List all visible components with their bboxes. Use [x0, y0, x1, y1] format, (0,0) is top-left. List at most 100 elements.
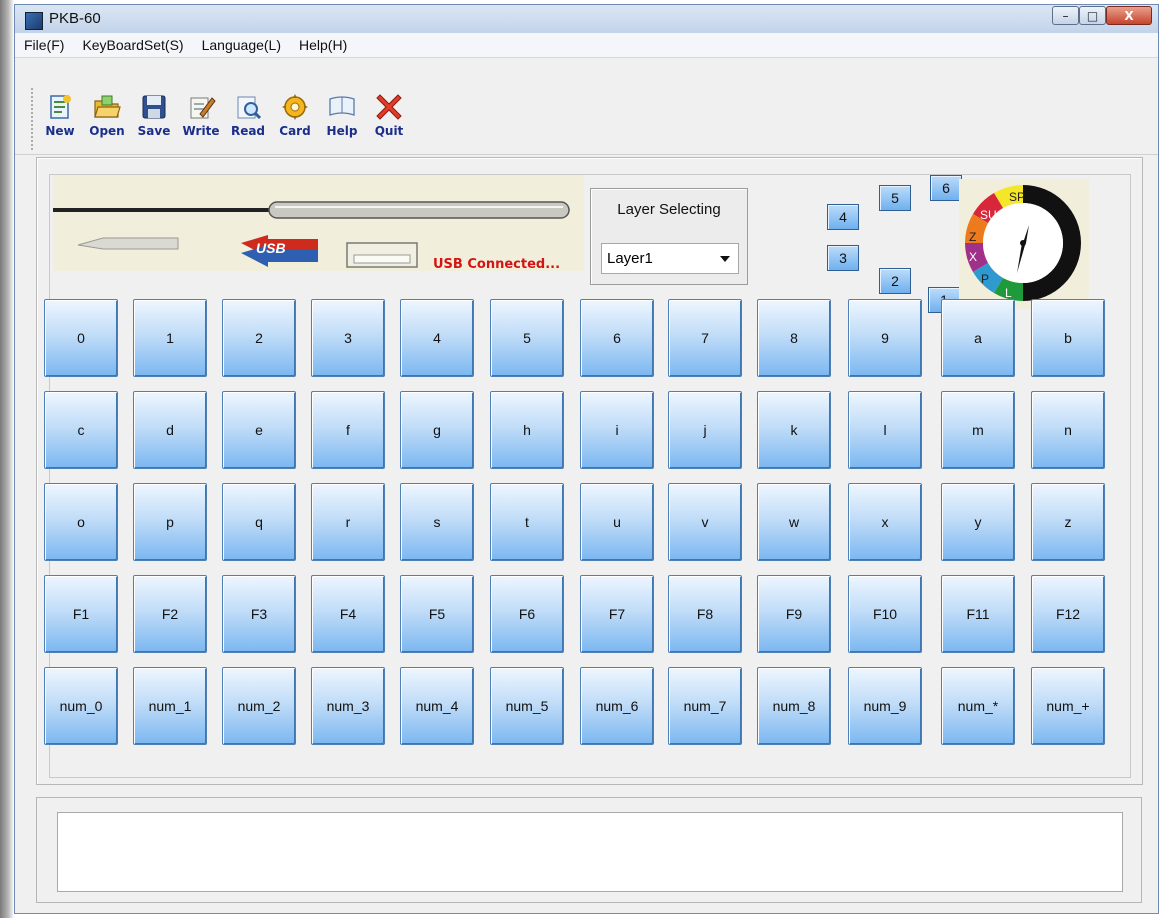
menu-file[interactable]: File(F) [15, 37, 73, 53]
key-button[interactable]: num_7 [668, 667, 742, 745]
layer-dropdown[interactable]: Layer1 [601, 243, 739, 274]
key-button[interactable]: F10 [848, 575, 922, 653]
menu-bar: File(F) KeyBoardSet(S) Language(L) Help(… [15, 33, 1158, 58]
key-button[interactable]: F5 [400, 575, 474, 653]
key-button[interactable]: 4 [400, 299, 474, 377]
quit-icon [376, 94, 402, 120]
key-button[interactable]: num_6 [580, 667, 654, 745]
key-button[interactable]: F9 [757, 575, 831, 653]
key-button[interactable]: 3 [311, 299, 385, 377]
key-button[interactable]: i [580, 391, 654, 469]
usb-logo: USB [256, 240, 286, 256]
key-button[interactable]: s [400, 483, 474, 561]
layer-button-4[interactable]: 4 [827, 204, 859, 230]
menu-help[interactable]: Help(H) [290, 37, 356, 53]
save-button[interactable]: Save [129, 92, 179, 138]
window-title: PKB-60 [49, 10, 101, 27]
key-button[interactable]: num_* [941, 667, 1015, 745]
key-button[interactable]: z [1031, 483, 1105, 561]
key-button[interactable]: F3 [222, 575, 296, 653]
key-button[interactable]: l [848, 391, 922, 469]
layer-selecting-label: Layer Selecting [617, 201, 721, 218]
key-button[interactable]: 0 [44, 299, 118, 377]
dial-label-x: X [969, 250, 977, 264]
key-button[interactable]: num_0 [44, 667, 118, 745]
key-button[interactable]: v [668, 483, 742, 561]
keyboard-panel: USB USB Connected... Layer Selecting Lay… [36, 157, 1143, 785]
key-button[interactable]: h [490, 391, 564, 469]
open-button[interactable]: Open [82, 92, 132, 138]
log-panel [36, 797, 1142, 903]
card-button[interactable]: Card [270, 92, 320, 138]
menu-keyboardset[interactable]: KeyBoardSet(S) [73, 37, 192, 53]
key-button[interactable]: e [222, 391, 296, 469]
key-button[interactable]: o [44, 483, 118, 561]
key-button[interactable]: a [941, 299, 1015, 377]
key-button[interactable]: m [941, 391, 1015, 469]
key-button[interactable]: num_2 [222, 667, 296, 745]
close-button[interactable]: X [1106, 6, 1152, 25]
dial-label-l: L [1005, 286, 1012, 300]
key-button[interactable]: F12 [1031, 575, 1105, 653]
layer-button-3[interactable]: 3 [827, 245, 859, 271]
key-button[interactable]: j [668, 391, 742, 469]
key-button[interactable]: w [757, 483, 831, 561]
key-button[interactable]: F11 [941, 575, 1015, 653]
key-button[interactable]: c [44, 391, 118, 469]
help-button[interactable]: Help [317, 92, 367, 138]
mode-dial-graphic: SP SU Z X P L [965, 185, 1081, 301]
key-button[interactable]: num_5 [490, 667, 564, 745]
key-button[interactable]: 1 [133, 299, 207, 377]
key-button[interactable]: num_3 [311, 667, 385, 745]
key-button[interactable]: x [848, 483, 922, 561]
key-button[interactable]: g [400, 391, 474, 469]
key-button[interactable]: t [490, 483, 564, 561]
layer-button-6[interactable]: 6 [930, 175, 962, 201]
layer-button-2[interactable]: 2 [879, 268, 911, 294]
write-icon [190, 97, 216, 119]
desktop-edge [0, 0, 14, 918]
key-button[interactable]: p [133, 483, 207, 561]
key-button[interactable]: r [311, 483, 385, 561]
key-button[interactable]: F2 [133, 575, 207, 653]
maximize-button[interactable]: □ [1079, 6, 1106, 25]
key-button[interactable]: y [941, 483, 1015, 561]
minimize-button[interactable]: – [1052, 6, 1079, 25]
key-button[interactable]: k [757, 391, 831, 469]
key-button[interactable]: num_9 [848, 667, 922, 745]
key-button[interactable]: num_1 [133, 667, 207, 745]
menu-language[interactable]: Language(L) [193, 37, 290, 53]
chevron-down-icon[interactable] [720, 256, 730, 262]
log-output[interactable] [57, 812, 1123, 892]
key-button[interactable]: F8 [668, 575, 742, 653]
key-button[interactable]: u [580, 483, 654, 561]
app-icon [25, 12, 43, 30]
key-button[interactable]: F6 [490, 575, 564, 653]
key-button[interactable]: q [222, 483, 296, 561]
key-button[interactable]: num_4 [400, 667, 474, 745]
key-button[interactable]: F1 [44, 575, 118, 653]
read-button[interactable]: Read [223, 92, 273, 138]
key-button[interactable]: f [311, 391, 385, 469]
mode-dial[interactable]: SP SU Z X P L [959, 179, 1089, 309]
key-button[interactable]: n [1031, 391, 1105, 469]
key-button[interactable]: d [133, 391, 207, 469]
key-button[interactable]: 7 [668, 299, 742, 377]
save-label: Save [137, 124, 171, 138]
key-button[interactable]: 8 [757, 299, 831, 377]
key-button[interactable]: num_+ [1031, 667, 1105, 745]
key-button[interactable]: 9 [848, 299, 922, 377]
key-button[interactable]: 5 [490, 299, 564, 377]
key-button[interactable]: F7 [580, 575, 654, 653]
title-bar[interactable]: PKB-60 – □ X [15, 5, 1158, 34]
key-button[interactable]: 2 [222, 299, 296, 377]
layer-button-5[interactable]: 5 [879, 185, 911, 211]
write-button[interactable]: Write [176, 92, 226, 138]
key-button[interactable]: 6 [580, 299, 654, 377]
key-button[interactable]: F4 [311, 575, 385, 653]
quit-button[interactable]: Quit [364, 92, 414, 138]
new-button[interactable]: New [35, 92, 85, 138]
keyboard-inner-panel: USB USB Connected... Layer Selecting Lay… [44, 174, 1131, 778]
key-button[interactable]: b [1031, 299, 1105, 377]
key-button[interactable]: num_8 [757, 667, 831, 745]
